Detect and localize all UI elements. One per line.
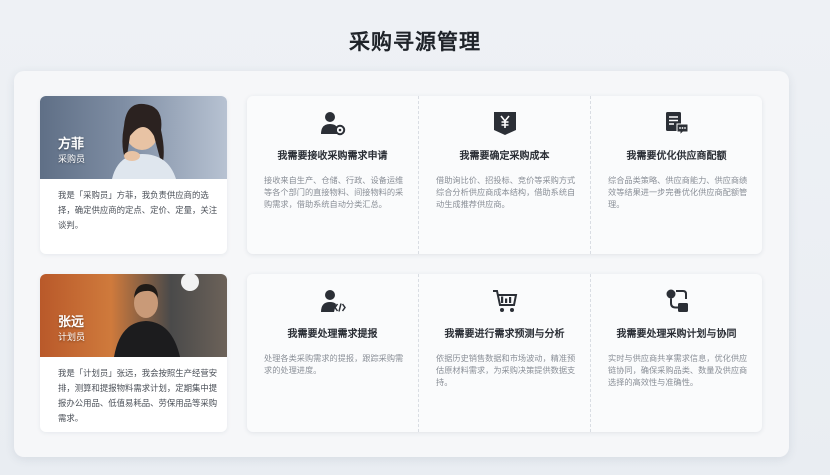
- need-card-title: 我需要优化供应商配额: [626, 151, 727, 162]
- persona-description: 我是「采购员」方菲，我负责供应商的选择，确定供应商的定点、定价、定量，关注谈判。: [58, 190, 218, 230]
- document-chat-icon: [663, 109, 691, 137]
- need-card-title: 我需要接收采购需求申请: [277, 151, 388, 162]
- needs-cards-buyer: 我需要接收采购需求申请 接收来自生产、仓储、行政、设备运维等各个部门的直接物料、…: [247, 96, 762, 254]
- persona-photo: 方菲 采购员: [40, 96, 227, 179]
- user-code-icon: [319, 287, 347, 315]
- persona-photo: 张远 计划员: [40, 274, 227, 357]
- page-title: 采购寻源管理: [349, 30, 481, 54]
- persona-row-planner: 张远 计划员 我是「计划员」张远，我会按照生产经营安排，测算和提报物料需求计划，…: [40, 274, 762, 432]
- need-card-description: 处理各类采购需求的提报，跟踪采购需求的处理进度。: [264, 353, 404, 375]
- need-card-title: 我需要确定采购成本: [459, 151, 550, 162]
- persona-name: 张远: [58, 315, 85, 330]
- need-card-receive-requests[interactable]: 我需要接收采购需求申请 接收来自生产、仓储、行政、设备运维等各个部门的直接物料、…: [247, 96, 418, 254]
- need-card-description: 依据历史销售数据和市场波动，精准预估原材料需求，为采购决策提供数据支持。: [436, 353, 576, 387]
- need-card-plan-collaboration[interactable]: 我需要处理采购计划与协同 实时与供应商共享需求信息，优化供应链协同，确保采购品类…: [590, 274, 762, 432]
- needs-cards-planner: 我需要处理需求提报 处理各类采购需求的提报，跟踪采购需求的处理进度。 我需要进行…: [247, 274, 762, 432]
- persona-name: 方菲: [58, 137, 85, 152]
- workflow-icon: [663, 287, 691, 315]
- persona-description: 我是「计划员」张远，我会按照生产经营安排，测算和提报物料需求计划，定期集中提报办…: [58, 368, 218, 423]
- yen-tag-icon: [491, 109, 519, 137]
- need-card-description: 借助询比价、招投标、竞价等采购方式综合分析供应商成本结构，借助系统自动生成推荐供…: [436, 175, 576, 209]
- need-card-description: 接收来自生产、仓储、行政、设备运维等各个部门的直接物料、间接物料的采购需求，借助…: [264, 175, 404, 209]
- need-card-description: 实时与供应商共享需求信息，优化供应链协同，确保采购品类、数量及供应商选择的高效性…: [608, 353, 748, 387]
- persona-row-buyer: 方菲 采购员 我是「采购员」方菲，我负责供应商的选择，确定供应商的定点、定价、定…: [40, 96, 762, 254]
- persona-role: 采购员: [58, 155, 86, 165]
- need-card-demand-submission[interactable]: 我需要处理需求提报 处理各类采购需求的提报，跟踪采购需求的处理进度。: [247, 274, 418, 432]
- need-card-description: 综合品类策略、供应商能力、供应商绩效等结果进一步完善优化供应商配额管理。: [608, 175, 748, 209]
- main-panel: 方菲 采购员 我是「采购员」方菲，我负责供应商的选择，确定供应商的定点、定价、定…: [14, 71, 789, 457]
- need-card-supplier-quota[interactable]: 我需要优化供应商配额 综合品类策略、供应商能力、供应商绩效等结果进一步完善优化供…: [590, 96, 762, 254]
- need-card-title: 我需要处理需求提报: [287, 329, 378, 340]
- persona-role: 计划员: [58, 333, 86, 343]
- need-card-title: 我需要进行需求预测与分析: [444, 329, 565, 340]
- user-settings-icon: [319, 109, 347, 137]
- persona-card-planner[interactable]: 张远 计划员 我是「计划员」张远，我会按照生产经营安排，测算和提报物料需求计划，…: [40, 274, 227, 432]
- need-card-purchase-cost[interactable]: 我需要确定采购成本 借助询比价、招投标、竞价等采购方式综合分析供应商成本结构，借…: [418, 96, 590, 254]
- need-card-title: 我需要处理采购计划与协同: [616, 329, 737, 340]
- persona-card-buyer[interactable]: 方菲 采购员 我是「采购员」方菲，我负责供应商的选择，确定供应商的定点、定价、定…: [40, 96, 227, 254]
- shopping-cart-icon: [491, 287, 519, 315]
- need-card-demand-forecast[interactable]: 我需要进行需求预测与分析 依据历史销售数据和市场波动，精准预估原材料需求，为采购…: [418, 274, 590, 432]
